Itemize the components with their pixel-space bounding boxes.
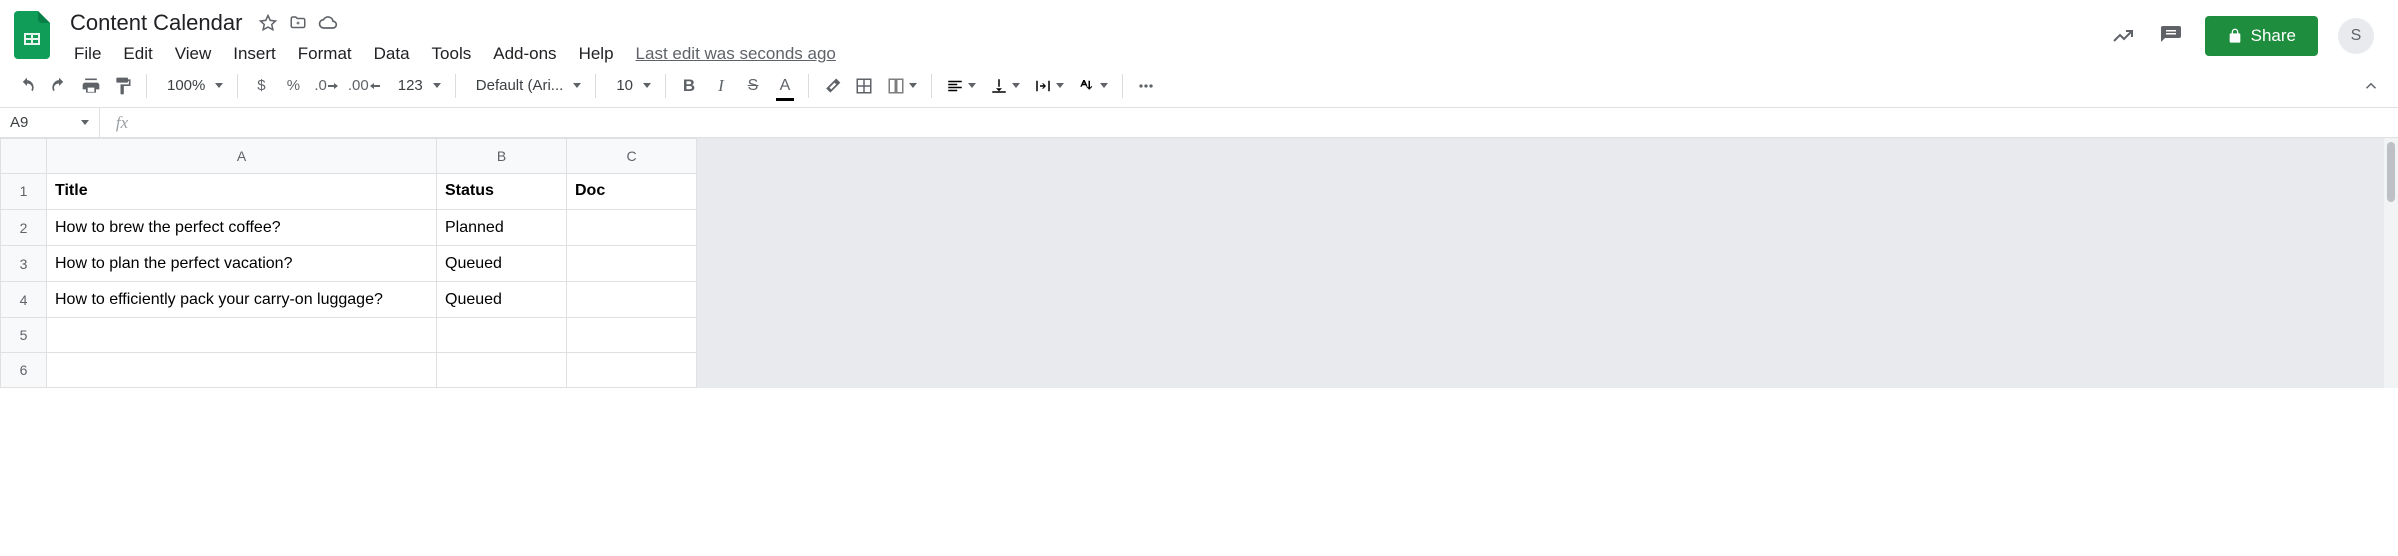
last-edit-link[interactable]: Last edit was seconds ago — [626, 40, 846, 68]
text-wrap-dropdown[interactable] — [1028, 77, 1070, 95]
cell[interactable] — [567, 209, 697, 245]
formula-input[interactable] — [144, 108, 2398, 137]
row-header[interactable]: 5 — [1, 318, 47, 353]
cell[interactable] — [47, 318, 437, 353]
cell[interactable]: Queued — [437, 282, 567, 318]
column-header-c[interactable]: C — [567, 139, 697, 174]
fill-color-button[interactable] — [817, 71, 847, 101]
toolbar: 100% $ % .0 .00 123 Default (Ari... 10 B… — [0, 64, 2398, 108]
spreadsheet-grid[interactable]: A B C 1TitleStatusDoc 2How to brew the p… — [0, 138, 697, 388]
select-all-corner[interactable] — [1, 139, 47, 174]
cloud-icon[interactable] — [318, 13, 338, 33]
format-currency-button[interactable]: $ — [246, 71, 276, 101]
column-header-b[interactable]: B — [437, 139, 567, 174]
name-box[interactable]: A9 — [0, 108, 100, 137]
row-header[interactable]: 1 — [1, 173, 47, 209]
column-header-a[interactable]: A — [47, 139, 437, 174]
font-size-dropdown[interactable]: 10 — [604, 77, 657, 94]
menu-help[interactable]: Help — [569, 40, 624, 68]
account-avatar[interactable]: S — [2338, 18, 2374, 54]
star-icon[interactable] — [258, 13, 278, 33]
more-toolbar-button[interactable] — [1131, 71, 1161, 101]
share-label: Share — [2251, 26, 2296, 46]
cell[interactable]: Queued — [437, 246, 567, 282]
cell[interactable]: Doc — [567, 173, 697, 209]
font-dropdown[interactable]: Default (Ari... — [464, 77, 588, 94]
formula-bar: A9 fx — [0, 108, 2398, 138]
document-title[interactable]: Content Calendar — [64, 8, 248, 38]
share-button[interactable]: Share — [2205, 16, 2318, 56]
menu-tools[interactable]: Tools — [422, 40, 482, 68]
italic-button[interactable]: I — [706, 71, 736, 101]
title-bar: Content Calendar File Edit View Insert F… — [0, 0, 2398, 64]
sheets-logo[interactable] — [12, 8, 52, 62]
comments-icon[interactable] — [2157, 22, 2185, 50]
menu-format[interactable]: Format — [288, 40, 362, 68]
lock-icon — [2227, 28, 2243, 44]
row-header[interactable]: 4 — [1, 282, 47, 318]
text-rotation-dropdown[interactable] — [1072, 77, 1114, 95]
print-button[interactable] — [76, 71, 106, 101]
fx-icon: fx — [100, 113, 144, 133]
zoom-dropdown[interactable]: 100% — [155, 77, 229, 94]
cell[interactable] — [437, 353, 567, 388]
cell[interactable]: How to efficiently pack your carry-on lu… — [47, 282, 437, 318]
undo-button[interactable] — [12, 71, 42, 101]
menu-edit[interactable]: Edit — [113, 40, 162, 68]
row-header[interactable]: 3 — [1, 246, 47, 282]
activity-icon[interactable] — [2109, 22, 2137, 50]
paint-format-button[interactable] — [108, 71, 138, 101]
menu-file[interactable]: File — [64, 40, 111, 68]
collapse-toolbar-button[interactable] — [2356, 71, 2386, 101]
cell[interactable] — [567, 246, 697, 282]
vertical-scrollbar[interactable] — [2384, 138, 2398, 388]
cell[interactable] — [437, 318, 567, 353]
borders-button[interactable] — [849, 71, 879, 101]
text-color-button[interactable]: A — [770, 71, 800, 101]
vertical-align-dropdown[interactable] — [984, 77, 1026, 95]
move-icon[interactable] — [288, 13, 308, 33]
cell[interactable]: Planned — [437, 209, 567, 245]
menu-bar: File Edit View Insert Format Data Tools … — [64, 40, 2109, 68]
menu-insert[interactable]: Insert — [223, 40, 286, 68]
cell[interactable]: How to plan the perfect vacation? — [47, 246, 437, 282]
row-header[interactable]: 6 — [1, 353, 47, 388]
format-percent-button[interactable]: % — [278, 71, 308, 101]
cell[interactable] — [47, 353, 437, 388]
decrease-decimal-button[interactable]: .0 — [310, 71, 342, 101]
horizontal-align-dropdown[interactable] — [940, 77, 982, 95]
row-header[interactable]: 2 — [1, 209, 47, 245]
menu-view[interactable]: View — [165, 40, 222, 68]
cell[interactable]: Status — [437, 173, 567, 209]
cell[interactable]: Title — [47, 173, 437, 209]
strikethrough-button[interactable]: S — [738, 71, 768, 101]
merge-cells-dropdown[interactable] — [881, 77, 923, 95]
menu-data[interactable]: Data — [364, 40, 420, 68]
cell[interactable] — [567, 318, 697, 353]
bold-button[interactable]: B — [674, 71, 704, 101]
cell[interactable] — [567, 353, 697, 388]
cell[interactable]: How to brew the perfect coffee? — [47, 209, 437, 245]
grid-area: A B C 1TitleStatusDoc 2How to brew the p… — [0, 138, 2398, 388]
increase-decimal-button[interactable]: .00 — [344, 71, 384, 101]
more-formats-dropdown[interactable]: 123 — [386, 77, 447, 94]
redo-button[interactable] — [44, 71, 74, 101]
cell[interactable] — [567, 282, 697, 318]
menu-addons[interactable]: Add-ons — [483, 40, 566, 68]
